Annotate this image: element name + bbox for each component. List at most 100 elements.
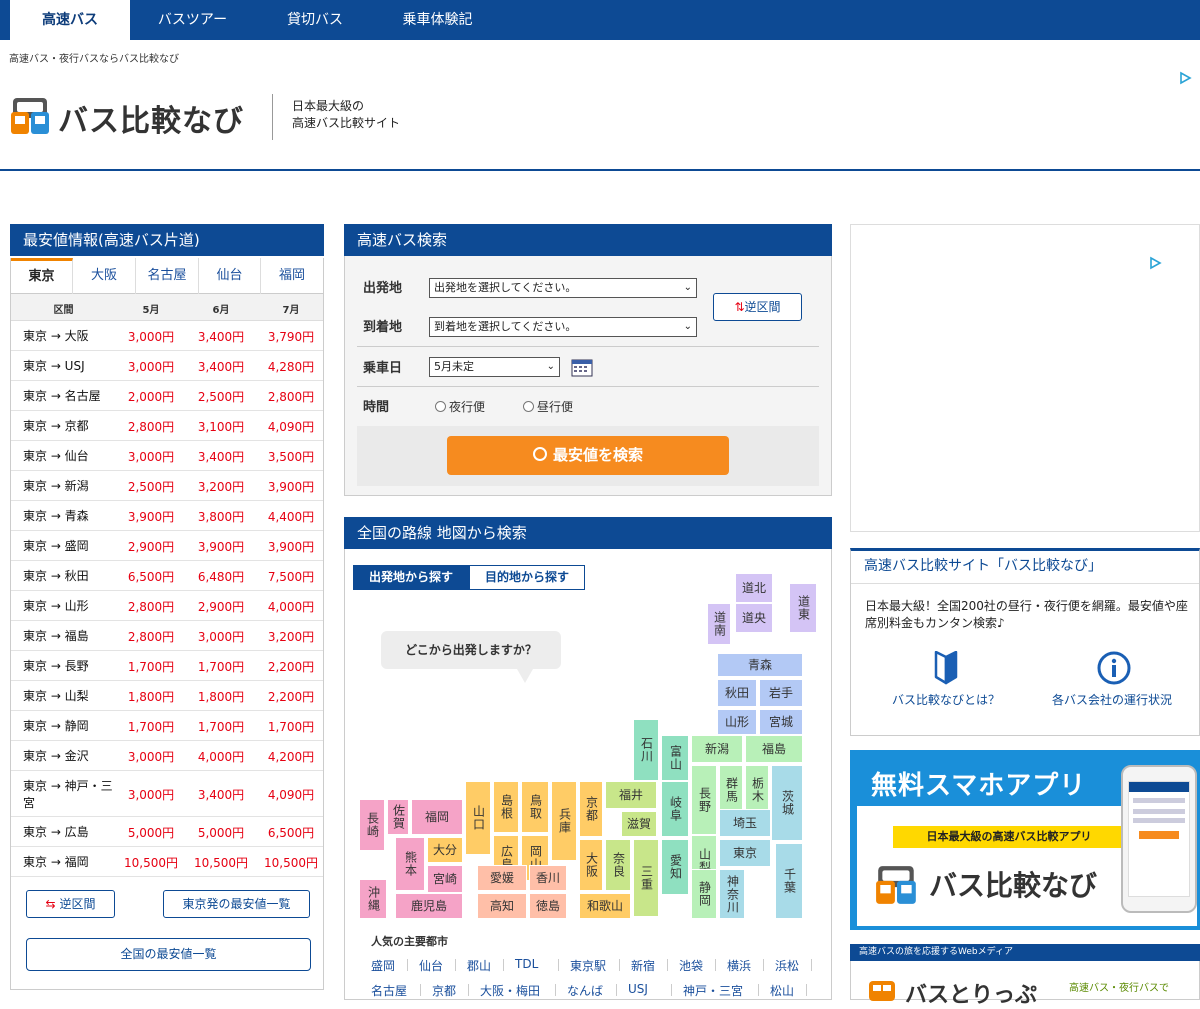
prefecture-kyoto[interactable]: 京都 [579,781,603,837]
prefecture-ehime[interactable]: 愛媛 [477,865,527,891]
city-tab-tokyo[interactable]: 東京 [11,258,73,294]
price-row[interactable]: 東京 → 新潟 2,500円 3,200円 3,900円 [11,471,323,501]
price-row[interactable]: 東京 → 金沢 3,000円 4,000円 4,200円 [11,741,323,771]
price-m6[interactable]: 2,500円 [186,388,256,405]
prefecture-nara[interactable]: 奈良 [605,839,631,891]
price-m5[interactable]: 3,900円 [116,508,186,525]
city-link[interactable]: 郡山 [467,957,491,974]
prefecture-fukui[interactable]: 福井 [605,781,657,809]
all-cheapest-list-button[interactable]: 全国の最安値一覧 [26,938,311,971]
price-m7[interactable]: 2,800円 [256,388,326,405]
prefecture-shizuoka[interactable]: 静岡 [691,869,717,919]
city-tab-fukuoka[interactable]: 福岡 [261,258,323,294]
prefecture-gunma[interactable]: 群馬 [719,765,743,815]
price-m5[interactable]: 2,000円 [116,388,186,405]
prefecture-yamaguchi[interactable]: 山口 [465,781,491,855]
price-m5[interactable]: 2,800円 [116,598,186,615]
price-row[interactable]: 東京 → 山形 2,800円 2,900円 4,000円 [11,591,323,621]
prefecture-toyama[interactable]: 富山 [661,735,689,781]
price-m6[interactable]: 2,900円 [186,598,256,615]
prefecture-tochigi[interactable]: 栃木 [745,765,769,815]
prefecture-shimane[interactable]: 島根 [493,781,519,833]
price-m7[interactable]: 4,000円 [256,598,326,615]
price-m6[interactable]: 3,400円 [186,786,256,803]
price-m6[interactable]: 4,000円 [186,748,256,765]
price-m7[interactable]: 7,500円 [256,568,326,585]
prefecture-kumamoto[interactable]: 熊本 [395,837,425,891]
price-m7[interactable]: 3,790円 [256,328,326,345]
prefecture-nagano[interactable]: 長野 [691,765,717,835]
prefecture-tottori[interactable]: 鳥取 [521,781,549,833]
tab-ride-report[interactable]: 乗車体験記 [375,0,500,40]
price-m5[interactable]: 3,000円 [116,328,186,345]
price-m7[interactable]: 3,900円 [256,478,326,495]
price-row[interactable]: 東京 → 青森 3,900円 3,800円 4,400円 [11,501,323,531]
city-link[interactable]: 神戸・三宮 [683,982,743,999]
prefecture-oita[interactable]: 大分 [427,837,463,863]
prefecture-akita[interactable]: 秋田 [717,679,757,707]
price-row[interactable]: 東京 → 大阪 3,000円 3,400円 3,790円 [11,321,323,351]
prefecture-donan[interactable]: 道南 [707,603,731,645]
search-reverse-button[interactable]: ⇅逆区間 [713,293,802,321]
tab-search-from[interactable]: 出発地から探す [353,565,469,590]
prefecture-shiga[interactable]: 滋賀 [621,811,657,837]
app-banner[interactable]: 無料スマホアプリ 日本最大級の高速バス比較アプリ バス比較なび [850,750,1200,930]
city-link[interactable]: 仙台 [419,957,443,974]
price-m5[interactable]: 2,800円 [116,628,186,645]
price-m7[interactable]: 4,090円 [256,786,326,803]
price-m7[interactable]: 4,200円 [256,748,326,765]
prefecture-kochi[interactable]: 高知 [477,893,527,919]
prefecture-fukushima[interactable]: 福島 [745,735,803,763]
search-submit-button[interactable]: 最安値を検索 [447,436,729,475]
price-m7[interactable]: 4,400円 [256,508,326,525]
tokyo-cheapest-list-button[interactable]: 東京発の最安値一覧 [163,890,310,918]
city-link[interactable]: 東京駅 [570,957,606,974]
price-row[interactable]: 東京 → 神戸・三宮 3,000円 3,400円 4,090円 [11,771,323,817]
prefecture-saga[interactable]: 佐賀 [387,799,409,835]
city-link[interactable]: 横浜 [727,957,751,974]
price-m7[interactable]: 4,280円 [256,358,326,375]
city-link[interactable]: TDL [515,957,538,971]
tab-search-to[interactable]: 目的地から探す [469,565,585,590]
prefecture-nagasaki[interactable]: 長崎 [359,799,385,851]
price-row[interactable]: 東京 → 広島 5,000円 5,000円 6,500円 [11,817,323,847]
prefecture-doou[interactable]: 道央 [735,603,773,633]
city-link[interactable]: 松山 [770,982,794,999]
price-m5[interactable]: 1,700円 [116,658,186,675]
about-link[interactable]: バス比較なびとは？ [871,691,1021,708]
prefecture-kanagawa[interactable]: 神奈川 [719,869,745,919]
price-row[interactable]: 東京 → 福島 2,800円 3,000円 3,200円 [11,621,323,651]
city-link[interactable]: USJ [628,982,648,996]
prefecture-iwate[interactable]: 岩手 [759,679,803,707]
prefecture-mie[interactable]: 三重 [633,839,659,917]
price-row[interactable]: 東京 → 京都 2,800円 3,100円 4,090円 [11,411,323,441]
prefecture-dohoku[interactable]: 道北 [735,573,773,603]
price-row[interactable]: 東京 → USJ 3,000円 3,400円 4,280円 [11,351,323,381]
price-m7[interactable]: 3,900円 [256,538,326,555]
price-m7[interactable]: 6,500円 [256,824,326,841]
reverse-route-button[interactable]: ⇆ 逆区間 [26,890,115,918]
price-m5[interactable]: 3,000円 [116,448,186,465]
city-link[interactable]: 浜松 [775,957,799,974]
prefecture-gifu[interactable]: 岐阜 [661,781,689,837]
price-m6[interactable]: 3,000円 [186,628,256,645]
site-logo[interactable]: バス比較なび [10,92,260,140]
price-m6[interactable]: 3,200円 [186,478,256,495]
price-m6[interactable]: 5,000円 [186,824,256,841]
price-m7[interactable]: 3,200円 [256,628,326,645]
price-m7[interactable]: 4,090円 [256,418,326,435]
price-m7[interactable]: 3,500円 [256,448,326,465]
tab-charter-bus[interactable]: 貸切バス [255,0,375,40]
price-row[interactable]: 東京 → 秋田 6,500円 6,480円 7,500円 [11,561,323,591]
prefecture-dotou[interactable]: 道東 [789,583,817,633]
price-m5[interactable]: 5,000円 [116,824,186,841]
from-select[interactable]: 出発地を選択してください。 ⌄ [429,278,697,298]
city-link[interactable]: 京都 [432,982,456,999]
prefecture-chiba[interactable]: 千葉 [775,843,803,919]
price-m7[interactable]: 10,500円 [256,854,326,871]
price-m5[interactable]: 3,000円 [116,358,186,375]
adchoices-icon[interactable] [1148,256,1162,270]
price-m5[interactable]: 2,800円 [116,418,186,435]
tab-bus-tour[interactable]: バスツアー [130,0,255,40]
prefecture-miyagi[interactable]: 宮城 [759,709,803,735]
